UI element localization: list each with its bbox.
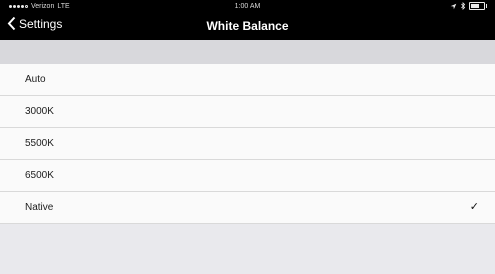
option-6500k[interactable]: 6500K	[0, 160, 495, 192]
option-auto[interactable]: Auto	[0, 64, 495, 96]
option-3000k[interactable]: 3000K	[0, 96, 495, 128]
status-bar: Verizon LTE 1:00 AM	[0, 0, 495, 13]
page-title: White Balance	[206, 19, 289, 33]
navigation-bar: Settings White Balance	[0, 14, 495, 40]
checkmark-icon: ✓	[469, 201, 479, 213]
battery-icon	[469, 2, 487, 10]
empty-area	[0, 224, 495, 274]
option-label: Native	[25, 202, 54, 213]
option-label: 3000K	[25, 106, 54, 117]
option-label: 6500K	[25, 170, 54, 181]
white-balance-options-list: Auto 3000K 5500K 6500K Native ✓	[0, 64, 495, 224]
location-arrow-icon	[450, 3, 457, 9]
option-label: Auto	[25, 74, 46, 85]
option-label: 5500K	[25, 138, 54, 149]
option-5500k[interactable]: 5500K	[0, 128, 495, 160]
bluetooth-icon	[461, 2, 466, 10]
status-time: 1:00 AM	[234, 3, 261, 10]
section-header-gap	[0, 40, 495, 64]
top-bar: Verizon LTE 1:00 AM Settings White Balan…	[0, 0, 495, 40]
status-right	[450, 2, 487, 10]
white-balance-screen: Verizon LTE 1:00 AM Settings White Balan…	[0, 0, 495, 274]
option-native[interactable]: Native ✓	[0, 192, 495, 224]
